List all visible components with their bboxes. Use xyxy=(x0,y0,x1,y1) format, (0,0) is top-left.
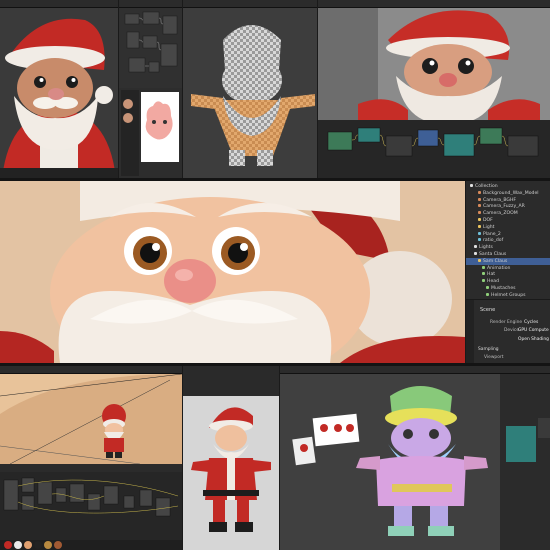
render-full-body xyxy=(183,366,279,550)
scene-layout xyxy=(0,373,182,550)
santa-facesets-model xyxy=(280,374,550,550)
outliner-item-icon xyxy=(486,292,489,296)
device-label: Device xyxy=(504,328,520,333)
santa-closeup-image xyxy=(0,181,465,363)
open-shading-checkbox[interactable]: Open Shading xyxy=(518,337,549,342)
outliner-item-label: Mustaches xyxy=(491,286,516,291)
sampling-panel[interactable]: Sampling xyxy=(478,347,499,352)
outliner-item-icon xyxy=(478,224,481,228)
render-engine-label: Render Engine xyxy=(490,320,523,325)
outliner-item-icon xyxy=(482,265,485,269)
santa-full-render xyxy=(183,366,279,550)
row-divider-bottom xyxy=(0,363,550,366)
outliner-item-icon xyxy=(478,190,481,194)
row-divider-top xyxy=(0,178,550,181)
render-closeup xyxy=(0,181,465,363)
outliner-item-icon xyxy=(478,258,481,262)
outliner-item-icon xyxy=(470,184,473,187)
properties-section-title: Scene xyxy=(480,307,496,313)
outliner-item-label: Camera_BGHF xyxy=(483,197,517,203)
outliner-item-label: ratio_dof xyxy=(483,238,504,244)
blender-collage: Collection Background_Wax_Model Camera_BGH… xyxy=(0,0,550,550)
outliner-item-label: Background_Wax_Model xyxy=(483,190,539,196)
santa-render-a xyxy=(0,8,118,178)
outliner-item-label: Helmet Groups xyxy=(491,292,526,298)
outliner-item-icon xyxy=(474,252,477,255)
outliner-item-label: Head xyxy=(487,279,500,285)
santa-checker-model xyxy=(191,25,315,166)
properties-tabs[interactable] xyxy=(466,300,474,363)
outliner-item-label: DOF xyxy=(483,218,493,223)
viewport-sculpt-colors[interactable] xyxy=(280,366,550,550)
outliner-item-label: Lights xyxy=(479,245,493,251)
outliner-item-icon xyxy=(478,238,481,242)
outliner-item-icon xyxy=(478,197,481,201)
outliner-item-label: Hat xyxy=(487,272,496,278)
outliner-item-label: Plane_2 xyxy=(483,231,501,237)
viewport-layout-scene[interactable] xyxy=(0,366,182,550)
viewport-uv-checker[interactable] xyxy=(183,0,317,178)
outliner-item-label: Camera_Fuzzy_AR xyxy=(483,204,525,210)
outliner-item-icon xyxy=(478,211,481,215)
outliner-item-icon xyxy=(486,286,489,289)
properties-panel[interactable]: Scene Render Engine Cycles Device GPU Co… xyxy=(466,300,550,363)
viewport-santa-render[interactable] xyxy=(318,0,550,178)
outliner-item-label: Light xyxy=(483,224,495,230)
santa-render-d xyxy=(318,8,550,178)
outliner-item-icon xyxy=(478,218,481,221)
outliner-item-label: Camera_ZOOM xyxy=(483,211,518,217)
render-engine-value[interactable]: Cycles xyxy=(524,320,538,325)
outliner-item-icon xyxy=(482,279,485,283)
outliner-item[interactable]: Helmet Groups xyxy=(466,292,550,299)
viewport-subpanel[interactable]: Viewport xyxy=(484,355,503,360)
outliner-item-icon xyxy=(478,231,481,235)
outliner-item-icon xyxy=(482,272,485,276)
outliner-panel[interactable]: Collection Background_Wax_Model Camera_BGH… xyxy=(466,181,550,299)
outliner-item-icon xyxy=(474,245,477,249)
outliner-item-label: Santa Claus xyxy=(479,252,507,257)
node-graph-b xyxy=(119,8,182,178)
outliner-item-icon xyxy=(478,204,481,208)
outliner-item-label: Animation xyxy=(487,265,511,271)
device-value[interactable]: GPU Compute xyxy=(518,328,549,333)
viewport-santa-shaded[interactable] xyxy=(0,0,118,178)
outliner-item-label: Collection xyxy=(475,184,498,189)
node-editor-uv[interactable] xyxy=(119,0,182,178)
outliner-item-label: Sam Claus xyxy=(483,258,508,264)
